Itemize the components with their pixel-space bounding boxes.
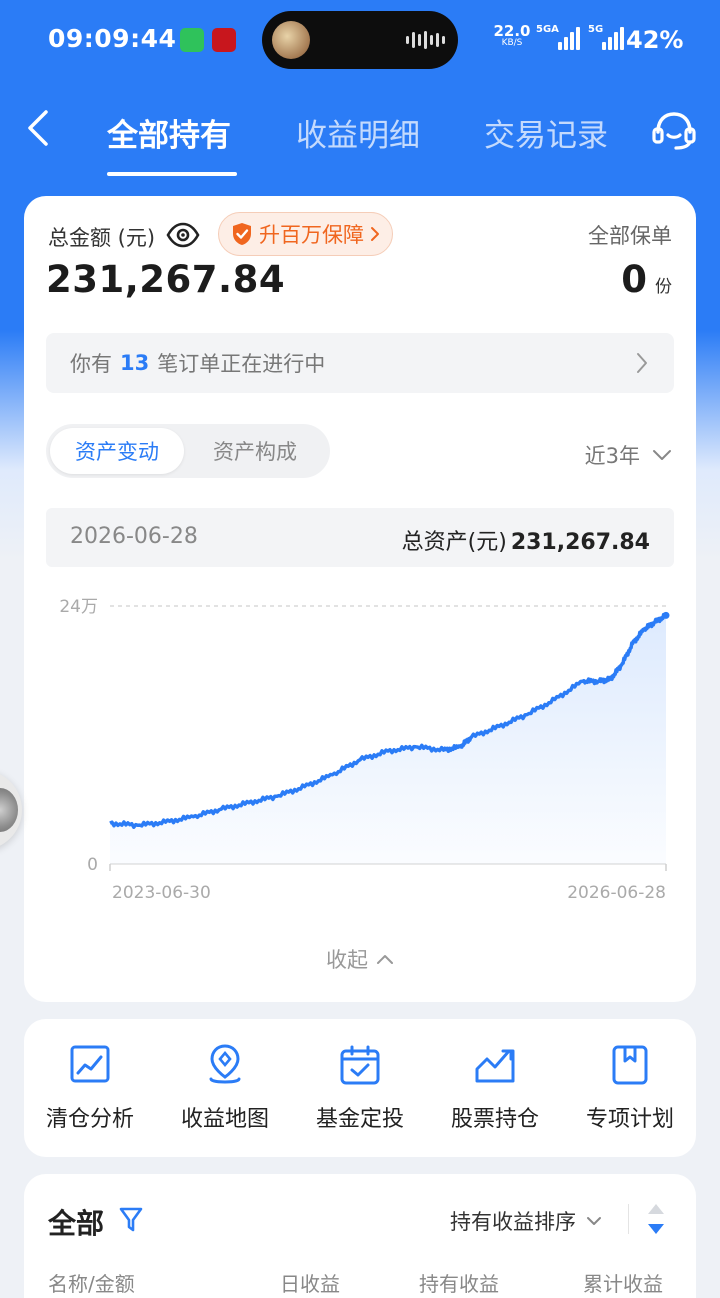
- holdings-filter-title[interactable]: 全部: [48, 1202, 104, 1242]
- y-tick-label-max: 24万: [59, 597, 98, 617]
- selected-total-assets: 总资产(元) 231,267.84: [401, 530, 650, 555]
- top-nav: 全部持有 收益明细 交易记录: [0, 92, 720, 182]
- calendar-check-icon: [340, 1045, 380, 1085]
- column-header-daily-income[interactable]: 日收益: [280, 1268, 340, 1297]
- x-tick-label-end: 2026-06-28: [567, 883, 666, 903]
- column-header-name: 名称/金额: [48, 1272, 135, 1296]
- net-speed: 22.0 KB/S: [493, 22, 531, 48]
- x-tick-label-start: 2023-06-30: [112, 883, 211, 903]
- y-tick-label-zero: 0: [87, 855, 98, 875]
- asset-view-segment: 资产变动 资产构成: [46, 424, 330, 478]
- sort-order-icon[interactable]: [646, 1202, 666, 1236]
- tool-income-map[interactable]: 收益地图: [165, 1043, 285, 1133]
- tools-card: 清仓分析 收益地图 基金定投 股票持仓 专项计划: [24, 1019, 696, 1157]
- tab-income-detail[interactable]: 收益明细: [296, 110, 420, 155]
- tool-stock-holdings[interactable]: 股票持仓: [435, 1043, 555, 1133]
- map-pin-icon: [209, 1044, 241, 1084]
- tab-all-holdings[interactable]: 全部持有: [107, 110, 231, 155]
- clearance-chart-icon: [70, 1045, 110, 1083]
- column-header-holding-income[interactable]: 持有收益: [419, 1268, 499, 1297]
- column-header-cumulative-income[interactable]: 累计收益: [583, 1268, 663, 1297]
- tool-clearance-analysis[interactable]: 清仓分析: [30, 1043, 150, 1133]
- media-cover-avatar: [272, 21, 310, 59]
- bookmark-book-icon: [612, 1045, 648, 1085]
- signal-icon: [558, 26, 580, 50]
- tool-special-plan[interactable]: 专项计划: [570, 1043, 690, 1133]
- range-dropdown[interactable]: 近3年: [585, 440, 672, 470]
- pending-orders-bar[interactable]: 你有 13 笔订单正在进行中: [46, 333, 674, 393]
- chevron-down-icon: [587, 1217, 601, 1225]
- holdings-list-card: 全部 持有收益排序 名称/金额 日收益 持有收益 累计收益: [24, 1174, 696, 1298]
- shield-check-icon: [233, 223, 251, 245]
- upgrade-protection-badge[interactable]: 升百万保障: [218, 212, 393, 256]
- chart-area-fill: [110, 614, 666, 864]
- dynamic-island[interactable]: [262, 11, 458, 69]
- all-policies-label[interactable]: 全部保单: [588, 220, 672, 250]
- customer-service-icon[interactable]: [650, 108, 698, 152]
- chart-series-group: [109, 611, 670, 864]
- chevron-down-icon: [653, 450, 671, 460]
- pending-orders-count: 13: [120, 351, 150, 375]
- audio-wave-icon: [406, 31, 445, 49]
- sim1-label: 5GA: [536, 24, 559, 35]
- status-time: 09:09:44: [48, 24, 177, 53]
- stock-trend-icon: [475, 1049, 515, 1083]
- eye-visibility-icon[interactable]: [166, 218, 200, 252]
- segment-asset-change[interactable]: 资产变动: [50, 428, 184, 474]
- wechat-notification-icon: [180, 28, 204, 52]
- promo-label: 升百万保障: [259, 223, 364, 247]
- filter-funnel-icon[interactable]: [118, 1206, 144, 1234]
- collapse-button[interactable]: 收起: [24, 944, 696, 974]
- asset-trend-chart[interactable]: 24万 0 2023-06-30 2026-06-28: [24, 584, 696, 904]
- selected-date: 2026-06-28: [70, 524, 198, 549]
- chevron-right-icon: [637, 353, 647, 373]
- chart-data-point: [662, 611, 670, 619]
- chevron-right-icon: [371, 227, 379, 241]
- signal-icon: [602, 26, 624, 50]
- chevron-up-icon: [377, 954, 393, 964]
- battery-level: 42%: [626, 26, 684, 54]
- bank-notification-icon: [212, 28, 236, 52]
- status-bar: 09:09:44 22.0 KB/S 5GA 5G 42%: [0, 0, 720, 80]
- active-tab-indicator: [107, 172, 237, 176]
- tab-transactions[interactable]: 交易记录: [484, 110, 608, 155]
- asset-summary-card: 总金额 (元) 升百万保障 231,267.84 全部保单 0 份 你有 13 …: [24, 196, 696, 1002]
- chart-info-bar: 2026-06-28 总资产(元) 231,267.84: [46, 508, 674, 567]
- floating-assistant-avatar[interactable]: [0, 770, 22, 850]
- segment-asset-composition[interactable]: 资产构成: [188, 428, 322, 474]
- tool-fund-auto-invest[interactable]: 基金定投: [300, 1043, 420, 1133]
- sim2-label: 5G: [588, 24, 604, 35]
- policy-count[interactable]: 0 份: [621, 258, 672, 301]
- total-amount-value: 231,267.84: [46, 258, 286, 301]
- sort-dropdown[interactable]: 持有收益排序: [450, 1206, 602, 1236]
- back-arrow-icon[interactable]: [18, 106, 62, 150]
- total-amount-label: 总金额 (元): [48, 226, 156, 250]
- divider: [628, 1204, 629, 1234]
